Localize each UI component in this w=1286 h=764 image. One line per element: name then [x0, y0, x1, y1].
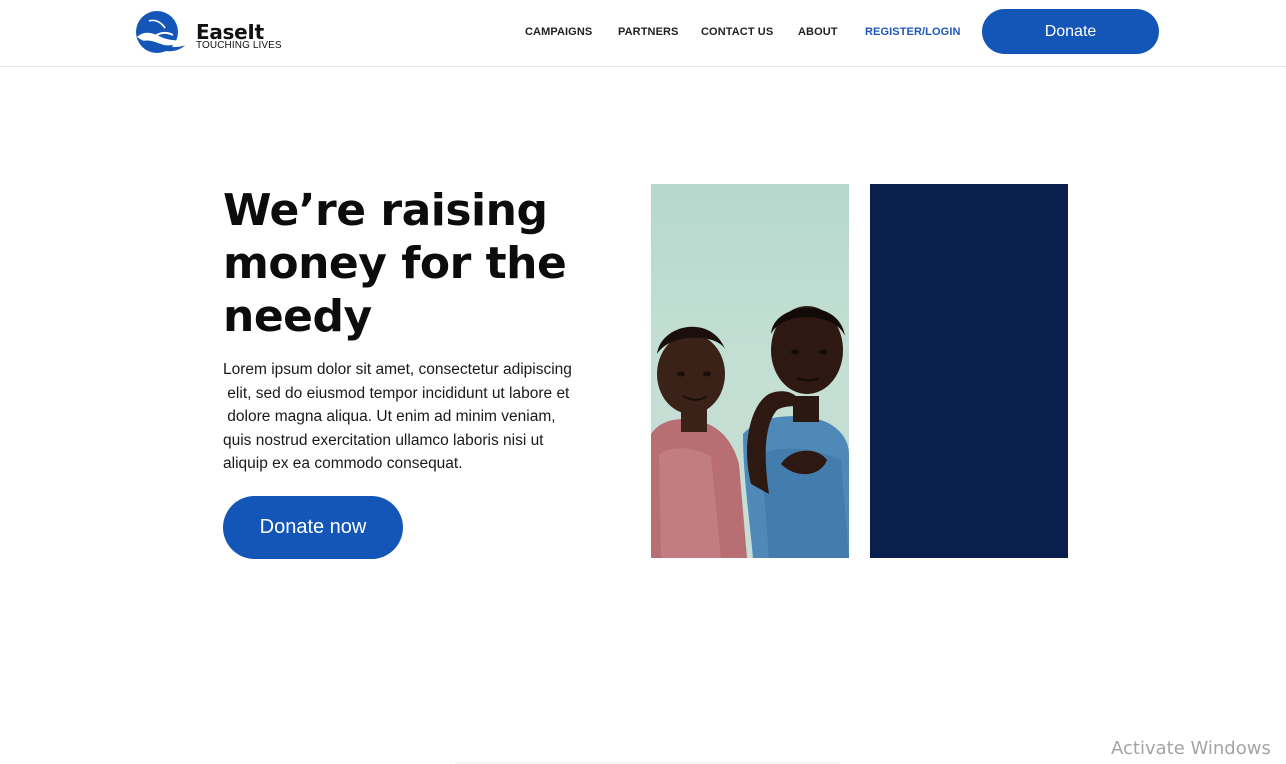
- hero-description-line: aliquip ex ea commodo consequat.: [223, 455, 463, 472]
- brand-name: EaseIt: [196, 20, 264, 44]
- site-header: EaseIt TOUCHING LIVES CAMPAIGNS PARTNERS…: [0, 0, 1286, 67]
- hero-description-line: dolore magna aliqua. Ut enim ad minim ve…: [223, 408, 556, 425]
- hero-photo-children: [651, 184, 849, 558]
- nav-partners[interactable]: PARTNERS: [618, 25, 679, 39]
- hero-title: We’re raising money for the needy: [223, 185, 567, 342]
- hand-dove-icon: [136, 11, 185, 53]
- activate-windows-watermark: Activate Windows: [1111, 738, 1271, 759]
- hero-description: Lorem ipsum dolor sit amet, consectetur …: [223, 358, 598, 476]
- hero-description-line: elit, sed do eiusmod tempor incididunt u…: [223, 384, 570, 402]
- hero-description-line: Lorem ipsum dolor sit amet, consectetur …: [223, 361, 572, 378]
- hero-description-line: quis nostrud exercitation ullamco labori…: [223, 431, 544, 449]
- nav-register-login[interactable]: REGISTER/LOGIN: [865, 25, 961, 39]
- nav-about[interactable]: ABOUT: [798, 25, 838, 39]
- brand-tagline: TOUCHING LIVES: [196, 40, 282, 51]
- children-photo-illustration: [651, 306, 849, 558]
- donate-now-button[interactable]: Donate now: [223, 496, 403, 559]
- navy-image-panel: [870, 184, 1068, 558]
- header-donate-button[interactable]: Donate: [982, 9, 1159, 54]
- nav-contact-us[interactable]: CONTACT US: [701, 25, 773, 39]
- brand-logo[interactable]: EaseIt TOUCHING LIVES: [135, 10, 335, 56]
- nav-campaigns[interactable]: CAMPAIGNS: [525, 25, 592, 39]
